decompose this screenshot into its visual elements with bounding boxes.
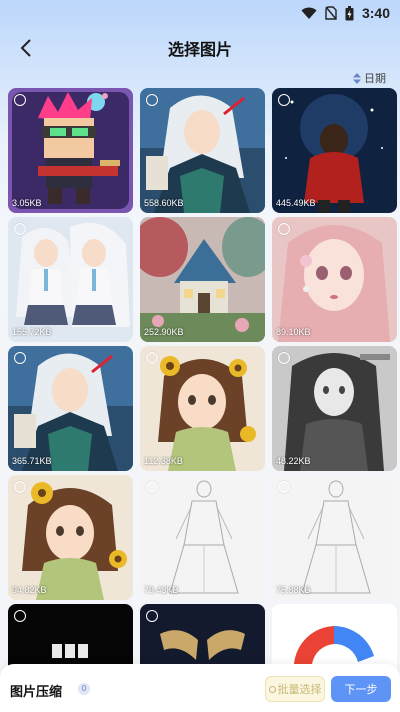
file-size-label: 558.60KB	[144, 198, 184, 208]
select-circle[interactable]	[14, 352, 26, 364]
image-tile[interactable]: 365.71KB	[8, 346, 133, 471]
select-circle[interactable]	[14, 610, 26, 622]
file-size-label: 75.88KB	[276, 585, 311, 595]
select-circle[interactable]	[146, 610, 158, 622]
file-size-label: 79.43KB	[144, 585, 179, 595]
image-tile[interactable]: 48.22KB	[272, 346, 397, 471]
image-tile[interactable]: 558.60KB	[140, 88, 265, 213]
girl-sunflowers-image	[140, 346, 265, 471]
image-tile[interactable]: 94.82KB	[8, 475, 133, 600]
pencil-sketch-image	[140, 475, 265, 600]
sort-label: 日期	[364, 72, 386, 85]
select-circle[interactable]	[14, 223, 26, 235]
anime-girl-white-hair-image	[8, 346, 133, 471]
file-size-label: 445.49KB	[276, 198, 316, 208]
status-time: 3:40	[361, 5, 390, 21]
image-tile[interactable]: 112.38KB	[140, 346, 265, 471]
select-circle[interactable]	[146, 94, 158, 106]
compress-title: 图片压缩	[10, 685, 63, 700]
image-tile[interactable]: 89.10KB	[272, 217, 397, 342]
batch-select-label: 批量选择	[277, 683, 322, 696]
next-step-button[interactable]: 下一步	[331, 676, 391, 702]
file-size-label: 252.90KB	[144, 327, 184, 337]
batch-select-button[interactable]: 批量选择	[265, 676, 325, 702]
boy-night-sky-image	[272, 88, 397, 213]
girl-sunflowers-image	[8, 475, 133, 600]
image-tile[interactable]: 75.88KB	[272, 475, 397, 600]
file-size-label: 89.10KB	[276, 327, 311, 337]
image-tile[interactable]: 79.43KB	[140, 475, 265, 600]
select-circle[interactable]	[278, 94, 290, 106]
select-circle[interactable]	[14, 481, 26, 493]
no-sim-icon	[325, 6, 337, 20]
select-circle[interactable]	[146, 352, 158, 364]
sort-by-date-button[interactable]: 日期	[353, 70, 386, 86]
select-circle[interactable]	[278, 481, 290, 493]
pink-haired-girl-image	[272, 217, 397, 342]
wifi-icon	[301, 7, 317, 19]
grayscale-girl-image	[272, 346, 397, 471]
file-size-label: 48.22KB	[276, 456, 311, 466]
anime-girls-uniform-image	[8, 217, 133, 342]
selected-count-badge: 0	[78, 683, 90, 695]
image-tile[interactable]: 3.05KB	[8, 88, 133, 213]
battery-icon	[345, 5, 354, 20]
pencil-sketch-image	[272, 475, 397, 600]
select-circle[interactable]	[278, 223, 290, 235]
select-circle[interactable]	[278, 352, 290, 364]
select-circle[interactable]	[146, 481, 158, 493]
fantasy-house-image	[140, 217, 265, 342]
image-tile[interactable]: 252.90KB	[140, 217, 265, 342]
anime-girl-white-hair-image	[140, 88, 265, 213]
file-size-label: 365.71KB	[12, 456, 52, 466]
file-size-label: 112.38KB	[144, 456, 183, 466]
sort-arrows-icon	[353, 72, 361, 84]
file-size-label: 155.72KB	[12, 327, 52, 337]
pixel-art-guitarist-image	[8, 88, 133, 213]
file-size-label: 3.05KB	[12, 198, 42, 208]
circle-icon	[268, 685, 276, 693]
file-size-label: 94.82KB	[12, 585, 47, 595]
bottom-action-bar: 图片压缩 0 批量选择 下一步	[0, 664, 400, 712]
image-tile[interactable]: 445.49KB	[272, 88, 397, 213]
status-bar: 3:40	[0, 0, 400, 26]
title-bar: 选择图片	[0, 30, 400, 66]
page-title: 选择图片	[167, 40, 232, 59]
select-circle[interactable]	[14, 94, 26, 106]
image-tile[interactable]: 155.72KB	[8, 217, 133, 342]
